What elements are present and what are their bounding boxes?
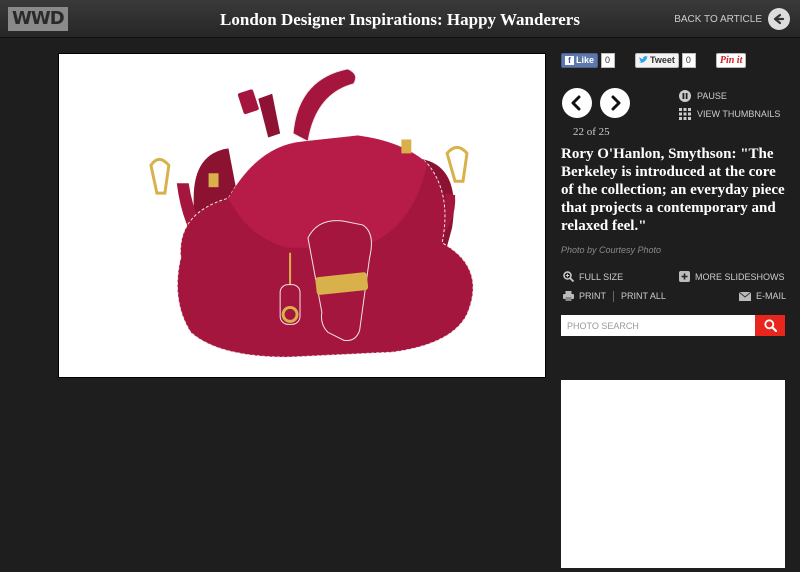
- back-label: BACK TO ARTICLE: [674, 13, 762, 25]
- search-icon: [763, 319, 777, 332]
- full-size-label: FULL SIZE: [579, 271, 624, 282]
- facebook-icon: f: [565, 55, 574, 65]
- more-slideshows-link[interactable]: MORE SLIDESHOWS: [679, 271, 785, 282]
- like-label: Like: [576, 54, 595, 65]
- tweet-button[interactable]: Tweet: [635, 52, 679, 68]
- twitter-tweet[interactable]: Tweet 0: [635, 52, 696, 68]
- photo-tools: FULL SIZE MORE SLIDESHOWS PRINT PRINT AL…: [561, 271, 787, 311]
- twitter-icon: [639, 56, 649, 63]
- back-arrow-icon: [768, 8, 790, 30]
- print-all-label: PRINT ALL: [621, 291, 666, 301]
- divider: [613, 291, 614, 302]
- prev-arrow-icon: [571, 95, 581, 111]
- sidebar: f Like 0 Tweet 0 Pin it 22 of 25 PAUSE V…: [561, 52, 787, 336]
- facebook-like-button[interactable]: f Like: [561, 52, 599, 68]
- social-bar: f Like 0 Tweet 0 Pin it: [561, 52, 787, 68]
- pinterest-pin[interactable]: Pin it: [715, 52, 747, 68]
- more-slideshows-label: MORE SLIDESHOWS: [695, 271, 785, 282]
- back-to-article-link[interactable]: BACK TO ARTICLE: [674, 8, 790, 30]
- photo-search-button[interactable]: [755, 315, 785, 336]
- tweet-count: 0: [681, 52, 696, 68]
- pause-button[interactable]: PAUSE: [679, 90, 727, 102]
- photo-search: [561, 315, 785, 336]
- plus-icon: [679, 271, 690, 282]
- full-size-link[interactable]: FULL SIZE: [563, 271, 623, 282]
- view-thumbnails-label: VIEW THUMBNAILS: [697, 109, 781, 119]
- slideshow-photo[interactable]: [58, 53, 546, 378]
- print-all-link[interactable]: PRINT ALL: [621, 291, 666, 301]
- grid-icon: [679, 108, 691, 120]
- view-thumbnails-button[interactable]: VIEW THUMBNAILS: [679, 108, 780, 120]
- envelope-icon: [739, 291, 751, 301]
- print-link[interactable]: PRINT: [563, 291, 606, 301]
- facebook-like[interactable]: f Like 0: [561, 52, 616, 68]
- photo-search-input[interactable]: [561, 315, 755, 336]
- slide-counter: 22 of 25: [573, 126, 610, 138]
- pin-it-button[interactable]: Pin it: [715, 52, 747, 68]
- photo-credit: Photo by Courtesy Photo: [561, 245, 662, 255]
- pause-label: PAUSE: [697, 91, 727, 101]
- handbag-illustration: [149, 68, 474, 358]
- slideshow-nav: 22 of 25 PAUSE VIEW THUMBNAILS: [561, 88, 787, 140]
- top-bar: WWD London Designer Inspirations: Happy …: [0, 0, 800, 38]
- slide-caption: Rory O'Hanlon, Smythson: "The Berkeley i…: [561, 146, 785, 234]
- next-slide-button[interactable]: [600, 88, 630, 118]
- print-label: PRINT: [579, 291, 606, 301]
- advertisement-slot[interactable]: [561, 380, 785, 568]
- tweet-label: Tweet: [650, 54, 675, 65]
- email-label: E-MAIL: [756, 291, 787, 301]
- printer-icon: [563, 291, 574, 301]
- zoom-icon: [563, 271, 574, 282]
- previous-slide-button[interactable]: [562, 88, 592, 118]
- like-count: 0: [601, 52, 616, 68]
- next-arrow-icon: [611, 95, 621, 111]
- email-link[interactable]: E-MAIL: [739, 291, 786, 301]
- pause-icon: [679, 90, 691, 102]
